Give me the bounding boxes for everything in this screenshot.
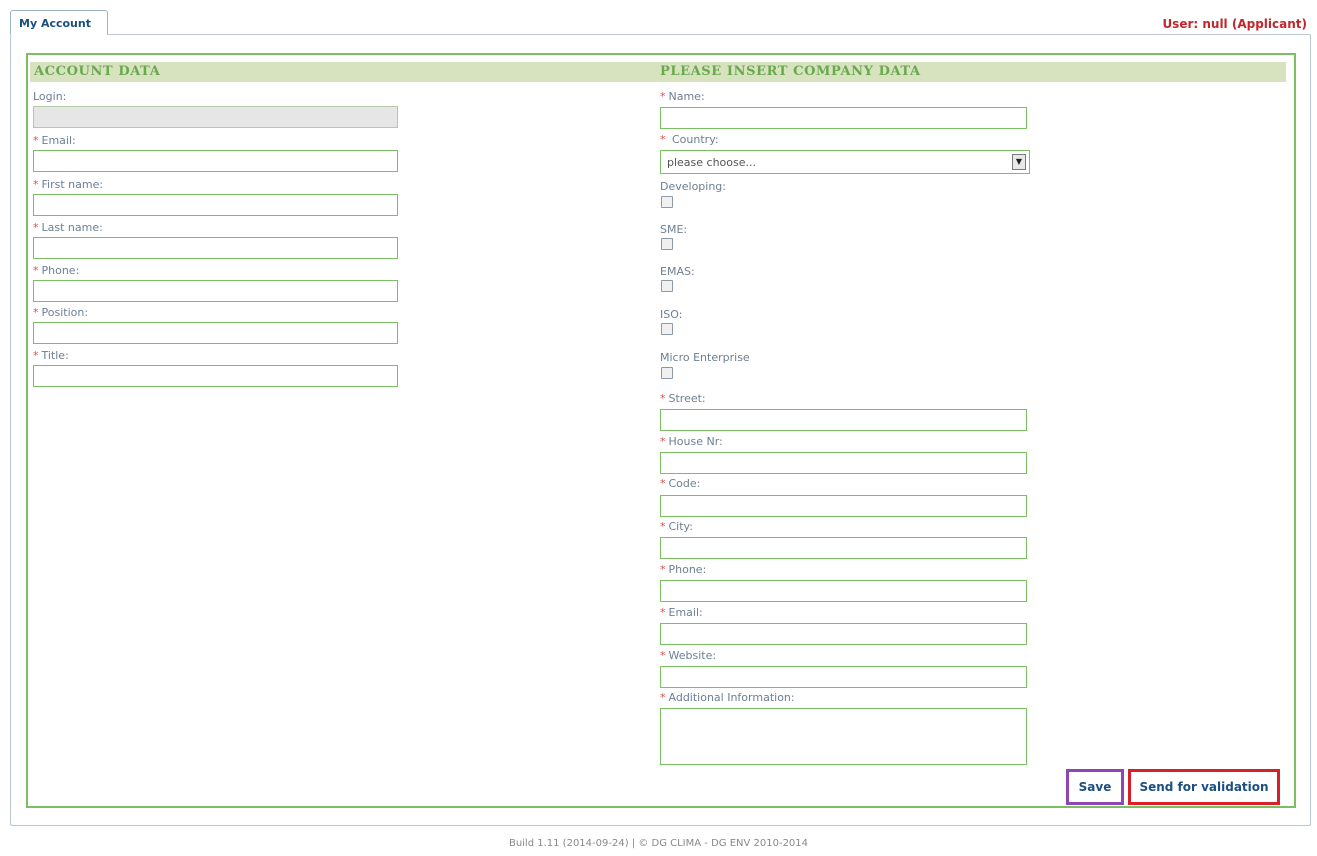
required-mark: * (33, 221, 39, 234)
iso-checkbox[interactable] (661, 323, 673, 335)
title-field[interactable] (33, 365, 398, 387)
account-data-heading: ACCOUNT DATA (30, 62, 662, 82)
first-name-label: * First name: (33, 178, 104, 191)
company-email-label: * Email: (660, 606, 703, 619)
code-label: * Code: (660, 477, 701, 490)
required-mark: * (660, 520, 666, 533)
login-label: Login: (33, 90, 67, 103)
city-label: * City: (660, 520, 693, 533)
company-phone-label: * Phone: (660, 563, 707, 576)
last-name-label: * Last name: (33, 221, 103, 234)
last-name-field[interactable] (33, 237, 398, 259)
chevron-down-icon[interactable]: ▼ (1012, 154, 1026, 170)
emas-checkbox[interactable] (661, 280, 673, 292)
website-field[interactable] (660, 666, 1027, 688)
city-field[interactable] (660, 537, 1027, 559)
street-field[interactable] (660, 409, 1027, 431)
country-select[interactable]: please choose... ▼ (660, 150, 1030, 174)
emas-label: EMAS: (660, 265, 695, 278)
required-mark: * (660, 435, 666, 448)
house-nr-label: * House Nr: (660, 435, 723, 448)
login-field (33, 106, 398, 128)
required-mark: * (660, 606, 666, 619)
phone-label: * Phone: (33, 264, 80, 277)
required-mark: * (660, 90, 666, 103)
phone-field[interactable] (33, 280, 398, 302)
required-mark: * (33, 264, 39, 277)
house-nr-field[interactable] (660, 452, 1027, 474)
sme-checkbox[interactable] (661, 238, 673, 250)
sme-label: SME: (660, 223, 688, 236)
tab-my-account[interactable]: My Account (10, 10, 108, 35)
required-mark: * (660, 477, 666, 490)
required-mark: * (660, 133, 666, 146)
title-label: * Title: (33, 349, 69, 362)
required-mark: * (660, 392, 666, 405)
first-name-field[interactable] (33, 194, 398, 216)
company-name-field[interactable] (660, 107, 1027, 129)
company-name-label: * Name: (660, 90, 705, 103)
micro-enterprise-checkbox[interactable] (661, 367, 673, 379)
required-mark: * (33, 306, 39, 319)
user-info: User: null (Applicant) (1162, 17, 1307, 31)
position-label: * Position: (33, 306, 89, 319)
country-select-value: please choose... (667, 156, 757, 169)
position-field[interactable] (33, 322, 398, 344)
code-field[interactable] (660, 495, 1027, 517)
required-mark: * (33, 134, 39, 147)
street-label: * Street: (660, 392, 706, 405)
required-mark: * (33, 349, 39, 362)
website-label: * Website: (660, 649, 717, 662)
save-button[interactable]: Save (1066, 769, 1124, 805)
country-label: * Country: (660, 133, 719, 146)
iso-label: ISO: (660, 308, 683, 321)
required-mark: * (660, 563, 666, 576)
required-mark: * (660, 649, 666, 662)
company-email-field[interactable] (660, 623, 1027, 645)
micro-enterprise-label: Micro Enterprise (660, 351, 750, 364)
company-data-heading: PLEASE INSERT COMPANY DATA (656, 62, 1286, 82)
additional-info-label: * Additional Information: (660, 691, 795, 704)
required-mark: * (33, 178, 39, 191)
send-for-validation-button[interactable]: Send for validation (1128, 769, 1280, 805)
additional-info-textarea[interactable] (660, 708, 1027, 765)
email-field[interactable] (33, 150, 398, 172)
company-phone-field[interactable] (660, 580, 1027, 602)
required-mark: * (660, 691, 666, 704)
developing-label: Developing: (660, 180, 726, 193)
footer: Build 1.11 (2014-09-24) | © DG CLIMA - D… (508, 838, 809, 849)
email-label: * Email: (33, 134, 76, 147)
developing-checkbox[interactable] (661, 196, 673, 208)
